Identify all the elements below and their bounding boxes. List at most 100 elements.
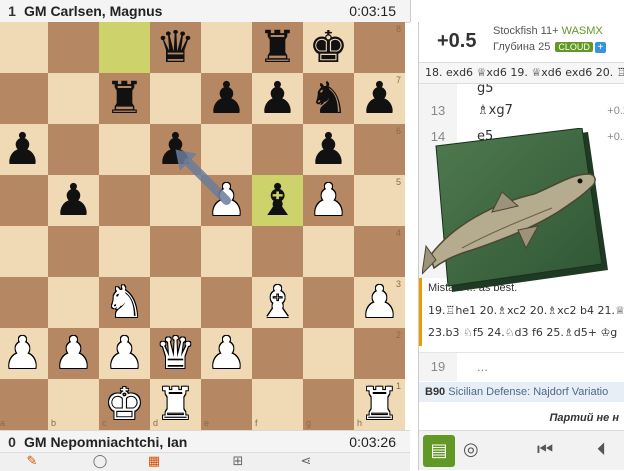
black-queen-piece[interactable]: ♛ <box>150 22 201 73</box>
top-player-name[interactable]: GM Carlsen, Magnus <box>24 3 326 19</box>
square-f6[interactable] <box>252 124 303 175</box>
tag-icon[interactable]: ✎ <box>24 455 40 469</box>
square-c4[interactable] <box>99 226 150 277</box>
square-e6[interactable] <box>201 124 252 175</box>
engine-label: Stockfish 11+ <box>493 25 559 37</box>
analysis-toolbar: ▤ ◎ ⏮ ⏴ <box>419 430 624 470</box>
engine-header: +0.5 Stockfish 11+ WASMX Глубина 25 CLOU… <box>419 22 624 62</box>
opening-bar[interactable]: B90 Sicilian Defense: Najdorf Variatio <box>419 382 624 402</box>
move-row[interactable]: g5 <box>419 84 624 98</box>
rank-label: 5 <box>396 177 402 187</box>
comment-icon[interactable]: ◯ <box>92 455 108 469</box>
share-icon[interactable]: ⋖ <box>298 455 314 469</box>
square-e3[interactable] <box>201 277 252 328</box>
black-rook-piece[interactable]: ♜ <box>99 73 150 124</box>
square-b8[interactable] <box>48 22 99 73</box>
rank-label: 7 <box>396 75 402 85</box>
square-c6[interactable] <box>99 124 150 175</box>
book-icon[interactable]: ▤ <box>423 435 455 467</box>
first-icon[interactable]: ⏮ <box>537 439 553 460</box>
move-number <box>419 84 457 98</box>
move-row[interactable]: 19 ... <box>419 352 624 381</box>
chart-icon[interactable]: ▦ <box>146 455 162 469</box>
square-c5[interactable] <box>99 175 150 226</box>
file-label: c <box>102 418 107 428</box>
black-pawn-piece[interactable]: ♟ <box>303 124 354 175</box>
square-c8[interactable] <box>99 22 150 73</box>
black-pawn-piece[interactable]: ♟ <box>150 124 201 175</box>
black-bishop-piece[interactable]: ♝ <box>252 175 303 226</box>
square-g3[interactable] <box>303 277 354 328</box>
white-knight-piece[interactable]: ♞ <box>99 277 150 328</box>
move-text[interactable]: ♗xg7 <box>477 98 513 124</box>
file-label: e <box>204 418 210 428</box>
square-e8[interactable] <box>201 22 252 73</box>
move-text[interactable]: g5 <box>477 84 494 98</box>
bottom-player-number: 0 <box>8 434 16 450</box>
black-king-piece[interactable]: ♚ <box>303 22 354 73</box>
move-eval: +0.2 <box>607 105 624 117</box>
comment-variation[interactable]: 23.b3 ♘f5 24.♘d3 f6 25.♗d5+ ♔g <box>428 326 617 339</box>
grid-icon[interactable]: ⊞ <box>230 455 246 469</box>
bottom-player-clock: 0:03:26 <box>349 434 396 450</box>
square-b6[interactable] <box>48 124 99 175</box>
square-d4[interactable] <box>150 226 201 277</box>
square-d5[interactable] <box>150 175 201 226</box>
top-player-clock: 0:03:15 <box>349 3 396 19</box>
white-bishop-piece[interactable]: ♝ <box>252 277 303 328</box>
target-icon[interactable]: ◎ <box>463 439 479 460</box>
top-player-bar: 1 GM Carlsen, Magnus 0:03:15 <box>0 0 410 23</box>
move-text: ... <box>477 359 488 374</box>
square-b3[interactable] <box>48 277 99 328</box>
square-f2[interactable] <box>252 328 303 379</box>
square-g4[interactable] <box>303 226 354 277</box>
square-f4[interactable] <box>252 226 303 277</box>
chess-board[interactable]: ♛ ♜ ♚ ♜ ♟ ♟ ♞ ♟ ♟ ♟ ♟ ♟ ♟ ♝ ♟ ♞ ♝ ♟ ♟ ♟ ♟ ♛ ♟ ♚ ♜ ♜ 8 7 6 5 4 3 2 1 a b c d e f… <box>0 22 405 430</box>
prev-icon[interactable]: ⏴ <box>597 439 606 460</box>
white-pawn-piece[interactable]: ♟ <box>48 328 99 379</box>
black-knight-piece[interactable]: ♞ <box>303 73 354 124</box>
cloud-badge: CLOUD <box>555 42 593 52</box>
white-pawn-piece[interactable]: ♟ <box>201 175 252 226</box>
bottom-nav: ✎ ◯ ▦ ⊞ ⋖ <box>0 452 410 471</box>
top-player-number: 1 <box>8 3 16 19</box>
rank-label: 3 <box>396 279 402 289</box>
black-pawn-piece[interactable]: ♟ <box>201 73 252 124</box>
plus-button[interactable]: + <box>594 42 606 53</box>
white-pawn-piece[interactable]: ♟ <box>0 328 48 379</box>
opening-code: B90 <box>425 386 446 398</box>
square-g2[interactable] <box>303 328 354 379</box>
square-f1[interactable] <box>252 379 303 430</box>
top-strip <box>410 0 624 22</box>
white-pawn-piece[interactable]: ♟ <box>99 328 150 379</box>
bottom-player-name[interactable]: GM Nepomniachtchi, Ian <box>24 434 326 450</box>
black-pawn-piece[interactable]: ♟ <box>252 73 303 124</box>
black-rook-piece[interactable]: ♜ <box>252 22 303 73</box>
black-pawn-piece[interactable]: ♟ <box>0 124 48 175</box>
square-d3[interactable] <box>150 277 201 328</box>
square-b4[interactable] <box>48 226 99 277</box>
eval-score: +0.5 <box>437 30 477 52</box>
comment-variation[interactable]: 19.♖he1 20.♗xc2 20.♗xc2 b4 21.♕x <box>428 304 624 317</box>
square-a8[interactable] <box>0 22 48 73</box>
opening-name: Sicilian Defense: Najdorf Variatio <box>448 386 609 398</box>
square-a3[interactable] <box>0 277 48 328</box>
bottom-player-bar: 0 GM Nepomniachtchi, Ian 0:03:26 <box>0 430 410 453</box>
pv-line[interactable]: 18. exd6 ♕xd6 19. ♕xd6 exd6 20. ♖ <box>419 62 624 84</box>
square-a5[interactable] <box>0 175 48 226</box>
file-label: g <box>306 418 312 428</box>
black-pawn-piece[interactable]: ♟ <box>48 175 99 226</box>
square-b7[interactable] <box>48 73 99 124</box>
white-pawn-piece[interactable]: ♟ <box>201 328 252 379</box>
move-number: 13 <box>419 98 457 124</box>
square-d7[interactable] <box>150 73 201 124</box>
white-pawn-piece[interactable]: ♟ <box>303 175 354 226</box>
white-queen-piece[interactable]: ♛ <box>150 328 201 379</box>
square-a7[interactable] <box>0 73 48 124</box>
move-number: 19 <box>419 353 457 381</box>
engine-tag: WASMX <box>561 25 603 37</box>
square-e4[interactable] <box>201 226 252 277</box>
square-a1[interactable] <box>0 379 48 430</box>
move-row[interactable]: 13 ♗xg7 +0.2 <box>419 98 624 124</box>
square-a4[interactable] <box>0 226 48 277</box>
